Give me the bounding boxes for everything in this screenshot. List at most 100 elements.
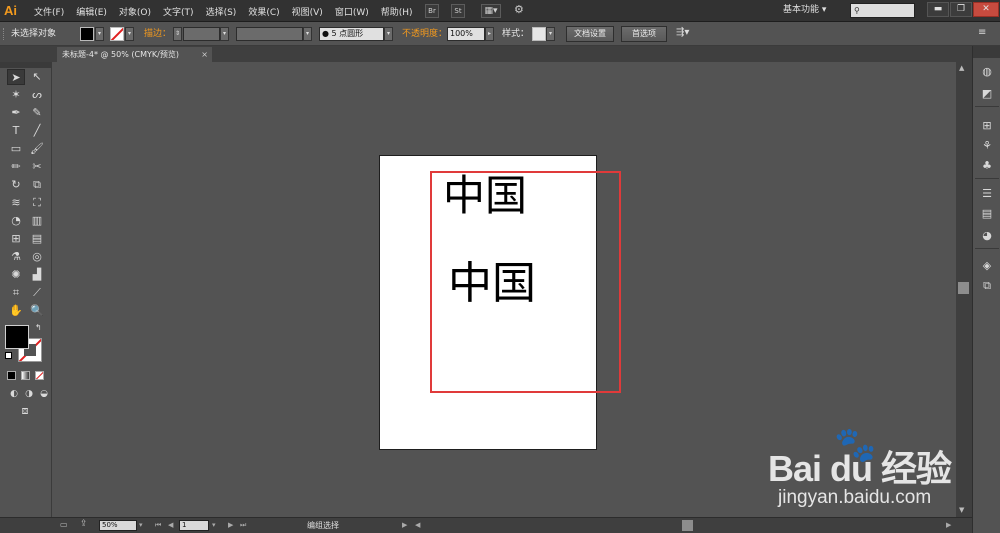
gradient-tool-icon[interactable]: ▤: [28, 231, 46, 247]
close-button[interactable]: ✕: [973, 2, 999, 17]
slice-tool-icon[interactable]: ⟋: [28, 285, 46, 301]
appearance-panel-icon[interactable]: ◈: [978, 258, 996, 274]
type-tool-icon[interactable]: T: [7, 123, 25, 139]
scissors-tool-icon[interactable]: ✂: [28, 159, 46, 175]
menu-type[interactable]: 文字(T): [163, 5, 194, 18]
transparency-panel-icon[interactable]: ◕: [978, 228, 996, 244]
pencil-tool-icon[interactable]: ✏: [7, 159, 25, 175]
none-mode-icon[interactable]: [35, 371, 44, 380]
variable-width-profile[interactable]: [236, 27, 303, 41]
magic-wand-tool-icon[interactable]: ✶: [7, 87, 25, 103]
column-graph-tool-icon[interactable]: ▟: [28, 267, 46, 283]
scroll-up-icon[interactable]: ▲: [959, 64, 964, 72]
perspective-grid-tool-icon[interactable]: ▥: [28, 213, 46, 229]
fill-color-box[interactable]: [5, 325, 29, 349]
rectangle-tool-icon[interactable]: ▭: [7, 141, 25, 157]
line-segment-tool-icon[interactable]: ╱: [28, 123, 46, 139]
last-artboard-icon[interactable]: ⏭: [240, 519, 246, 532]
arrange-documents-icon[interactable]: ▦▾: [481, 4, 501, 18]
current-tool-status[interactable]: 编组选择: [307, 519, 339, 532]
menu-edit[interactable]: 编辑(E): [76, 5, 107, 18]
panel-grip[interactable]: [3, 28, 6, 40]
gradient-panel-icon[interactable]: ▤: [978, 206, 996, 222]
layers-panel-icon[interactable]: ⧉: [978, 278, 996, 294]
opacity-field[interactable]: 100%: [447, 27, 485, 41]
align-icon[interactable]: ⇶▾: [676, 27, 689, 38]
horizontal-scroll-thumb[interactable]: [682, 520, 693, 531]
symbols-panel-icon[interactable]: ♣: [978, 158, 996, 174]
brushes-panel-icon[interactable]: ⚘: [978, 138, 996, 154]
paintbrush-tool-icon[interactable]: 🖌: [28, 141, 46, 157]
dock-header[interactable]: [973, 46, 1000, 58]
status-menu-icon[interactable]: ▶: [402, 519, 407, 532]
eyedropper-tool-icon[interactable]: ⚗: [7, 249, 25, 265]
gradient-mode-icon[interactable]: [21, 371, 30, 380]
chevron-down-icon[interactable]: ▾: [212, 519, 216, 532]
share-icon[interactable]: ⇪: [80, 519, 88, 529]
stroke-color-swatch[interactable]: [110, 27, 124, 41]
direct-selection-tool-icon[interactable]: ↖: [28, 69, 46, 85]
artboard-number-field[interactable]: 1: [179, 520, 209, 531]
mesh-tool-icon[interactable]: ⊞: [7, 231, 25, 247]
scroll-right-icon[interactable]: ▶: [946, 519, 951, 532]
chevron-down-icon[interactable]: ▾: [546, 27, 555, 41]
document-tab[interactable]: 未标题-4* @ 50% (CMYK/预览) ×: [57, 47, 212, 62]
chevron-down-icon[interactable]: ▾: [139, 519, 143, 532]
chevron-down-icon[interactable]: ▾: [303, 27, 312, 41]
restore-button[interactable]: ❐: [950, 2, 972, 17]
vertical-scroll-thumb[interactable]: [958, 282, 969, 294]
vertical-scrollbar[interactable]: ▲ ▼: [956, 62, 972, 517]
zoom-tool-icon[interactable]: 🔍: [28, 303, 46, 319]
chevron-down-icon[interactable]: ▾: [125, 27, 134, 41]
chevron-down-icon[interactable]: ▾: [95, 27, 104, 41]
warp-tool-icon[interactable]: ≋: [7, 195, 25, 211]
minimize-button[interactable]: ▬: [927, 2, 949, 17]
scale-tool-icon[interactable]: ⧉: [28, 177, 46, 193]
stock-button[interactable]: St: [451, 4, 465, 18]
next-artboard-icon[interactable]: ▶: [228, 519, 233, 532]
first-artboard-icon[interactable]: ⏮: [155, 519, 161, 532]
brush-definition-dropdown[interactable]: ● 5 点圆形: [319, 27, 384, 41]
color-panel-icon[interactable]: ◍: [978, 64, 996, 80]
stroke-stepper[interactable]: ⇕: [173, 27, 182, 41]
zoom-field[interactable]: 50%: [99, 520, 137, 531]
bridge-button[interactable]: Br: [425, 4, 439, 18]
close-icon[interactable]: ×: [201, 47, 208, 62]
graphic-style-swatch[interactable]: [532, 27, 546, 41]
selection-tool-icon[interactable]: ➤: [7, 69, 25, 85]
opacity-label[interactable]: 不透明度：: [402, 27, 447, 41]
rotate-tool-icon[interactable]: ↻: [7, 177, 25, 193]
menu-object[interactable]: 对象(O): [119, 5, 151, 18]
blend-tool-icon[interactable]: ◎: [28, 249, 46, 265]
swap-fill-stroke-icon[interactable]: ↰: [35, 323, 42, 332]
stroke-panel-icon[interactable]: ☰: [978, 186, 996, 202]
menu-file[interactable]: 文件(F): [34, 5, 64, 18]
menu-select[interactable]: 选择(S): [206, 5, 237, 18]
color-guide-icon[interactable]: ◩: [978, 86, 996, 102]
fill-color-swatch[interactable]: [80, 27, 94, 41]
chevron-down-icon[interactable]: ▾: [220, 27, 229, 41]
color-mode-icon[interactable]: [7, 371, 16, 380]
curvature-tool-icon[interactable]: ✎: [28, 105, 46, 121]
screen-mode-icon[interactable]: ⧈: [16, 403, 34, 419]
search-input[interactable]: ⚲: [850, 3, 915, 18]
stroke-label[interactable]: 描边：: [144, 27, 171, 41]
panel-menu-icon[interactable]: ≡: [978, 27, 986, 38]
hand-tool-icon[interactable]: ✋: [7, 303, 25, 319]
draw-inside-icon[interactable]: ◒: [35, 386, 53, 402]
document-setup-button[interactable]: 文档设置: [566, 26, 614, 42]
shape-builder-tool-icon[interactable]: ◔: [7, 213, 25, 229]
chevron-right-icon[interactable]: ▸: [485, 27, 494, 41]
preferences-button[interactable]: 首选项: [621, 26, 667, 42]
lasso-tool-icon[interactable]: ᔕ: [28, 87, 46, 103]
workspace-switcher[interactable]: 基本功能 ▾: [783, 3, 845, 18]
default-colors-icon[interactable]: [5, 352, 12, 359]
menu-effect[interactable]: 效果(C): [248, 5, 279, 18]
artboard-tool-icon[interactable]: ⌗: [7, 285, 25, 301]
scroll-left-icon[interactable]: ◀: [415, 519, 420, 532]
stroke-weight-field[interactable]: [183, 27, 220, 41]
symbol-sprayer-tool-icon[interactable]: ✺: [7, 267, 25, 283]
pen-tool-icon[interactable]: ✒: [7, 105, 25, 121]
gpu-performance-icon[interactable]: ⚙: [514, 3, 524, 16]
prev-artboard-icon[interactable]: ◀: [168, 519, 173, 532]
